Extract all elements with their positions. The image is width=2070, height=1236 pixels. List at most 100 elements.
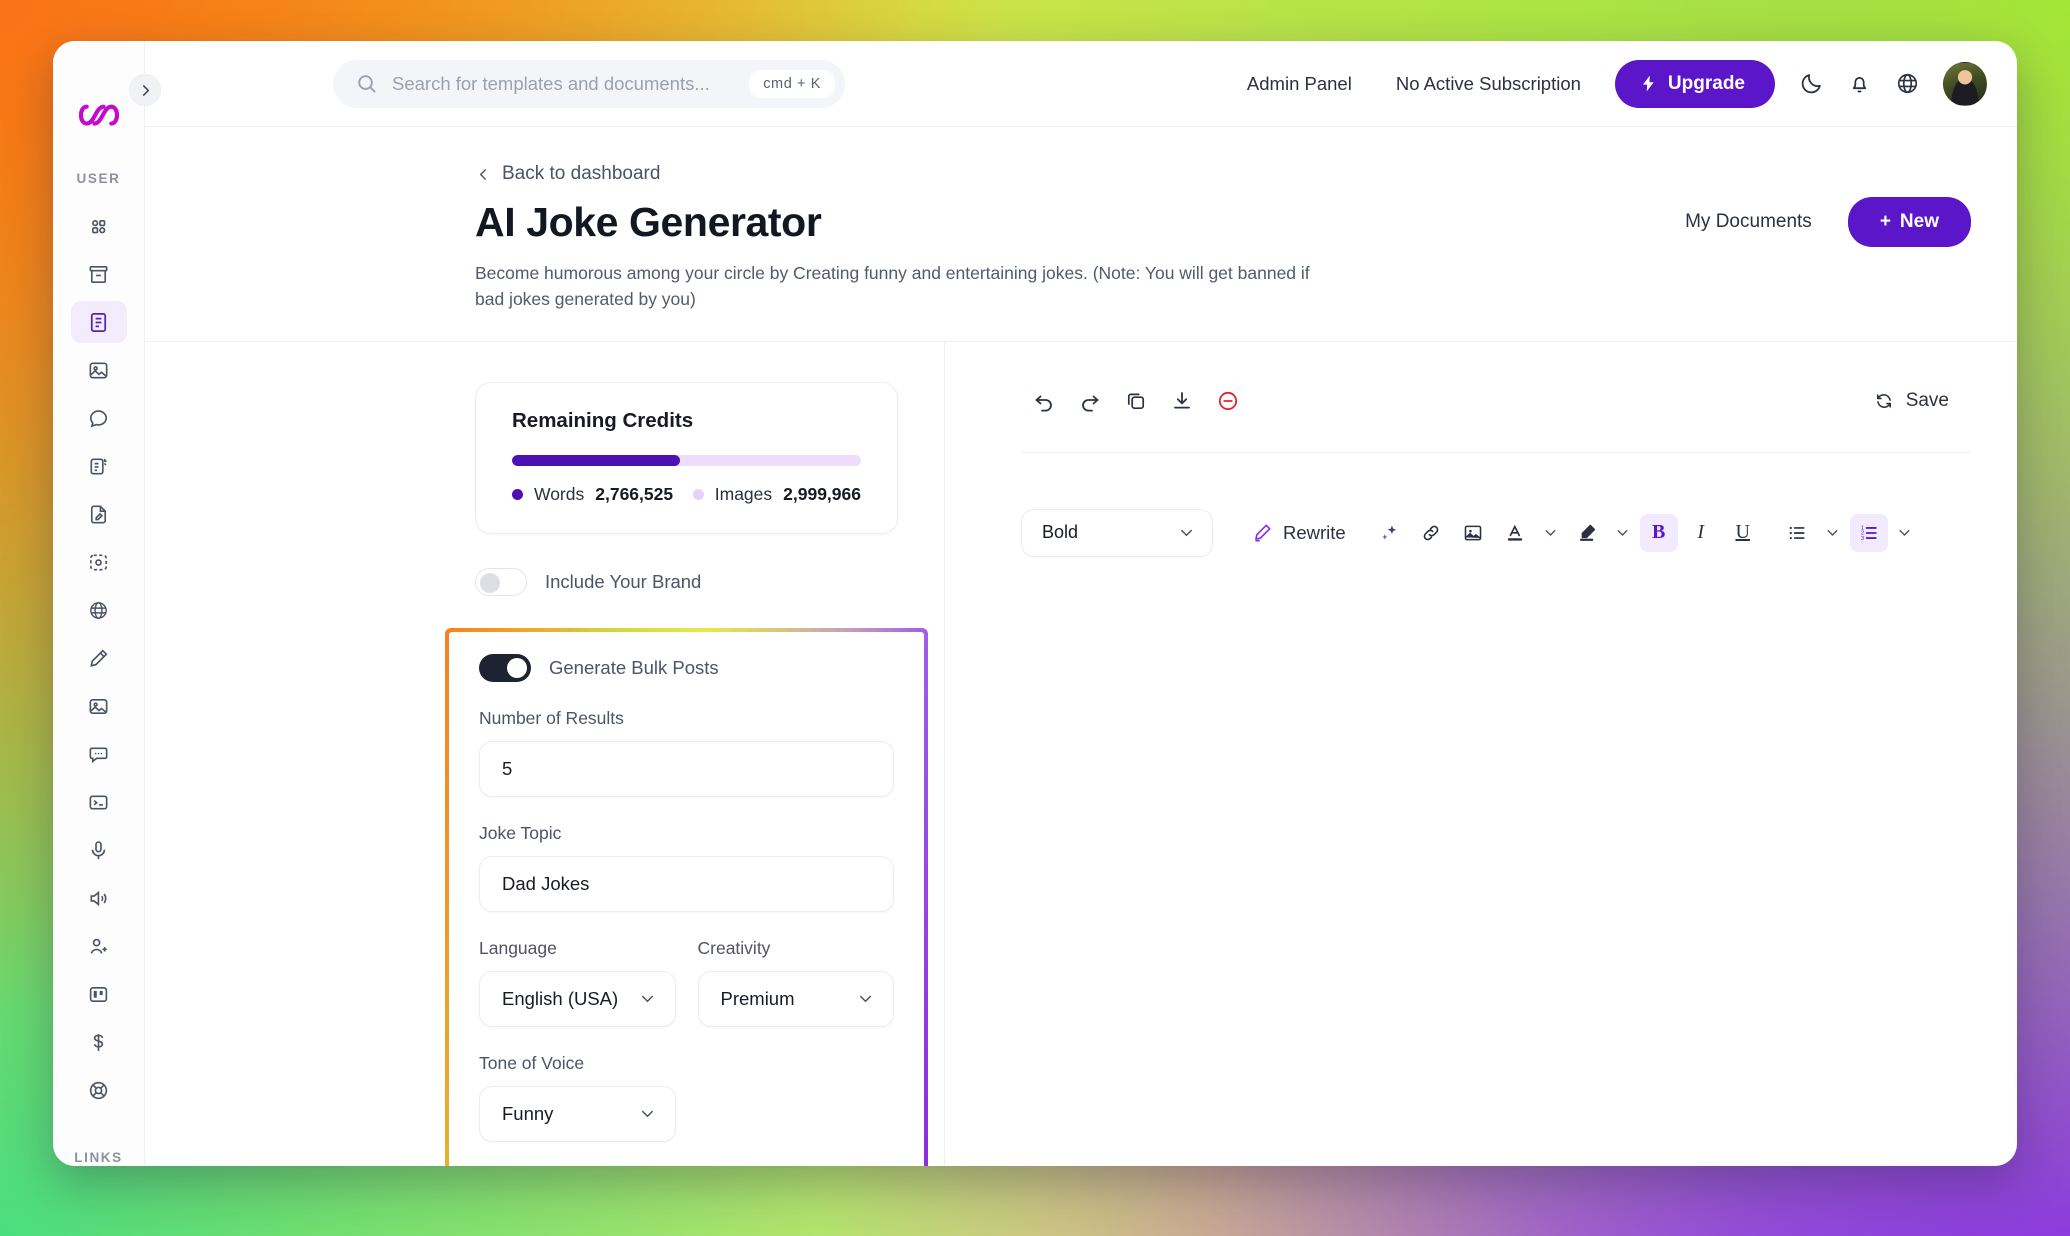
language-value: English (USA) — [502, 987, 619, 1009]
sidebar-item-voice[interactable] — [71, 829, 127, 871]
app-logo[interactable] — [76, 99, 122, 133]
ai-sparkle-button[interactable] — [1370, 514, 1408, 552]
clear-circle-icon — [1218, 391, 1238, 410]
numbered-list-button[interactable]: 123 — [1849, 513, 1888, 552]
editor-divider — [1021, 451, 1971, 453]
clear-content-button[interactable] — [1205, 378, 1251, 424]
admin-panel-button[interactable]: Admin Panel — [1224, 60, 1374, 107]
sidebar-item-chat[interactable] — [71, 397, 127, 439]
chevron-down-icon[interactable] — [1892, 514, 1918, 552]
app-window: USER LINKS Search for templates and docu… — [53, 41, 2017, 1166]
bulk-posts-highlight-section: Generate Bulk Posts Number of Results Jo… — [445, 627, 928, 1166]
language-button[interactable] — [1883, 60, 1931, 108]
bullet-list-button[interactable] — [1778, 514, 1816, 552]
language-field: Language English (USA) — [479, 938, 676, 1027]
sidebar-item-web[interactable] — [71, 589, 127, 631]
tone-value: Funny — [502, 1102, 554, 1124]
copy-button[interactable] — [1113, 378, 1159, 424]
highlight-color-button[interactable] — [1568, 514, 1606, 552]
generate-bulk-posts-label: Generate Bulk Posts — [549, 656, 719, 678]
remaining-credits-card: Remaining Credits Words 2,766,525 Images — [475, 381, 898, 534]
joke-topic-input[interactable] — [479, 855, 894, 912]
sidebar-item-board[interactable] — [71, 973, 127, 1015]
words-label: Words — [534, 483, 585, 504]
sidebar-item-team[interactable] — [71, 925, 127, 967]
credits-progress-bar — [512, 454, 861, 466]
include-brand-toggle[interactable] — [475, 567, 527, 596]
language-select[interactable]: English (USA) — [479, 970, 676, 1027]
page-description: Become humorous among your circle by Cre… — [475, 263, 1310, 310]
sidebar-item-billing[interactable] — [71, 1021, 127, 1063]
my-documents-button[interactable]: My Documents — [1661, 197, 1836, 247]
sidebar-item-vision[interactable] — [71, 541, 127, 583]
upgrade-button[interactable]: Upgrade — [1614, 59, 1775, 108]
notifications-button[interactable] — [1835, 60, 1883, 108]
sidebar-item-dashboard[interactable] — [71, 205, 127, 247]
search-bar[interactable]: cmd + K — [333, 59, 845, 108]
bulk-posts-row[interactable]: Generate Bulk Posts — [479, 653, 894, 682]
creativity-value: Premium — [720, 987, 795, 1009]
sidebar-item-ai-docs[interactable] — [71, 445, 127, 487]
globe-icon — [1897, 73, 1917, 94]
tone-of-voice-label: Tone of Voice — [479, 1052, 585, 1073]
editor-content[interactable] — [1021, 597, 1971, 897]
subscription-status-button[interactable]: No Active Subscription — [1373, 60, 1603, 107]
bold-button[interactable]: B — [1639, 513, 1678, 552]
sidebar: USER LINKS — [53, 41, 145, 1166]
text-style-select[interactable]: Bold — [1021, 508, 1213, 557]
undo-button[interactable] — [1021, 378, 1067, 424]
sidebar-item-editor[interactable] — [71, 493, 127, 535]
content-area: Remaining Credits Words 2,766,525 Images — [145, 341, 2017, 1166]
chevron-down-icon[interactable] — [1820, 514, 1846, 552]
joke-topic-field: Joke Topic — [479, 823, 894, 912]
credits-images: Images 2,999,966 — [692, 484, 861, 505]
underline-button[interactable]: U — [1724, 514, 1762, 552]
include-brand-row[interactable]: Include Your Brand — [475, 567, 898, 596]
text-color-button[interactable] — [1496, 514, 1534, 552]
tone-of-voice-select[interactable]: Funny — [479, 1085, 676, 1142]
chevron-down-icon[interactable] — [1538, 514, 1564, 552]
sidebar-item-messages[interactable] — [71, 733, 127, 775]
save-button[interactable]: Save — [1850, 377, 1971, 424]
number-of-results-input[interactable] — [479, 740, 894, 797]
sidebar-item-archive[interactable] — [71, 253, 127, 295]
redo-button[interactable] — [1067, 378, 1113, 424]
back-label: Back to dashboard — [502, 163, 661, 184]
creativity-select[interactable]: Premium — [697, 970, 894, 1027]
sidebar-item-gallery[interactable] — [71, 685, 127, 727]
words-dot — [512, 488, 523, 500]
numbered-list-icon: 123 — [1861, 525, 1877, 541]
sidebar-collapse-toggle[interactable] — [129, 74, 161, 106]
topbar-actions: Admin Panel No Active Subscription Upgra… — [1224, 59, 1987, 108]
save-refresh-icon — [1876, 393, 1891, 408]
back-to-dashboard-link[interactable]: Back to dashboard — [475, 163, 1971, 185]
sidebar-item-write[interactable] — [71, 637, 127, 679]
dark-mode-toggle[interactable] — [1787, 60, 1835, 108]
chevron-down-icon — [638, 1104, 657, 1123]
search-input[interactable] — [392, 72, 736, 95]
link-icon — [1423, 525, 1439, 540]
insert-link-button[interactable] — [1412, 514, 1450, 552]
sidebar-item-images[interactable] — [71, 349, 127, 391]
generate-bulk-posts-toggle[interactable] — [479, 653, 531, 682]
new-button[interactable]: + New — [1847, 197, 1971, 247]
language-label: Language — [479, 937, 557, 958]
chevron-down-icon[interactable] — [1610, 514, 1636, 552]
download-button[interactable] — [1159, 378, 1205, 424]
avatar[interactable] — [1943, 61, 1987, 106]
sparkle-icon — [1381, 524, 1396, 540]
italic-button[interactable]: I — [1682, 514, 1720, 552]
number-of-results-field: Number of Results — [479, 708, 894, 797]
creativity-field: Creativity Premium — [697, 938, 894, 1027]
credits-progress-fill — [512, 454, 680, 466]
insert-image-button[interactable] — [1454, 514, 1492, 552]
search-shortcut-badge: cmd + K — [749, 69, 835, 98]
sidebar-item-templates[interactable] — [70, 301, 127, 343]
sidebar-item-terminal[interactable] — [71, 781, 127, 823]
sidebar-item-audio[interactable] — [71, 877, 127, 919]
main-column: cmd + K Admin Panel No Active Subscripti… — [129, 41, 2017, 1166]
moon-icon — [1801, 74, 1821, 94]
rewrite-button[interactable]: Rewrite — [1239, 514, 1358, 552]
copy-icon — [1127, 393, 1145, 409]
sidebar-item-support[interactable] — [71, 1069, 127, 1111]
